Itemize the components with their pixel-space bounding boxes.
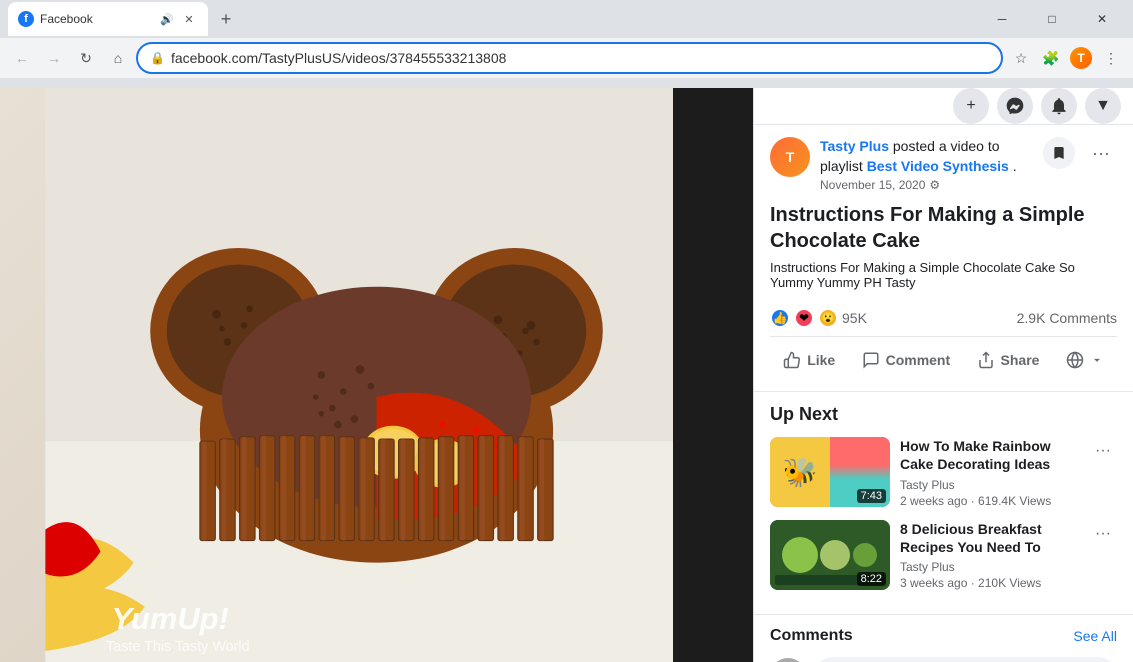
share-label: Share	[1001, 352, 1040, 368]
right-panel: + ▼ T Tasty Plus posted a video to playl…	[753, 88, 1133, 662]
add-icon[interactable]: +	[953, 88, 989, 124]
post-actions: Like Comment Share	[770, 341, 1117, 379]
refresh-button[interactable]: ↻	[72, 44, 100, 72]
address-bar-row: ← → ↻ ⌂ 🔒 facebook.com/TastyPlusUS/video…	[0, 38, 1133, 78]
extensions-icon[interactable]: 🧩	[1037, 44, 1065, 72]
comments-title: Comments	[770, 627, 853, 645]
title-bar: f Facebook 🔊 ✕ + ─ □ ✕	[0, 0, 1133, 38]
page-name-link[interactable]: Tasty Plus	[820, 138, 889, 154]
love-reaction: ❤	[794, 308, 814, 328]
video-thumbnail-2: 8:22	[770, 520, 890, 590]
playlist-link[interactable]: Best Video Synthesis	[867, 158, 1009, 174]
up-next-video-2[interactable]: 8:22 8 Delicious Breakfast Recipes You N…	[770, 520, 1117, 590]
facebook-favicon: f	[18, 11, 34, 27]
url-text: facebook.com/TastyPlusUS/videos/37845553…	[171, 50, 989, 66]
video-thumbnail-1: 🐝 7:43	[770, 437, 890, 507]
menu-icon[interactable]: ⋮	[1097, 44, 1125, 72]
video-title-1: How To Make Rainbow Cake Decorating Idea…	[900, 437, 1079, 473]
video-channel-1: Tasty Plus	[900, 478, 1079, 492]
video-meta-1: 2 weeks ago · 619.4K Views	[900, 494, 1079, 508]
wow-reaction: 😮	[818, 308, 838, 328]
profile-icon[interactable]: T	[1067, 44, 1095, 72]
like-button[interactable]: Like	[771, 345, 847, 375]
up-next-section: Up Next 🐝 7:43 How To Make Rainbow Cake …	[754, 392, 1133, 614]
video-info-2: 8 Delicious Breakfast Recipes You Need T…	[900, 520, 1079, 590]
video-title-2: 8 Delicious Breakfast Recipes You Need T…	[900, 520, 1079, 556]
post-description: Instructions For Making a Simple Chocola…	[770, 260, 1117, 290]
svg-text:Taste This Tasty World: Taste This Tasty World	[106, 639, 250, 655]
comment-input-row: Write a comment… 😊 📷 GIF 🎭	[770, 657, 1117, 662]
privacy-button[interactable]	[1054, 345, 1116, 375]
up-next-video-1[interactable]: 🐝 7:43 How To Make Rainbow Cake Decorati…	[770, 437, 1117, 507]
svg-text:YumUp!: YumUp!	[112, 601, 229, 636]
maximize-button[interactable]: □	[1029, 3, 1075, 35]
address-bar[interactable]: 🔒 facebook.com/TastyPlusUS/videos/378455…	[136, 42, 1003, 74]
video-frame[interactable]: YumUp! Taste This Tasty World	[0, 88, 753, 662]
home-button[interactable]: ⌂	[104, 44, 132, 72]
window-controls: ─ □ ✕	[979, 3, 1125, 35]
forward-button[interactable]: →	[40, 44, 68, 72]
notifications-icon[interactable]	[1041, 88, 1077, 124]
tab-close-button[interactable]: ✕	[180, 10, 198, 28]
privacy-settings-icon[interactable]: ⚙	[929, 178, 940, 192]
tab-title: Facebook	[40, 12, 154, 26]
video-area: YumUp! Taste This Tasty World	[0, 88, 753, 662]
share-button[interactable]: Share	[965, 345, 1052, 375]
post-reactions: 👍 ❤ 😮 95K 2.9K Comments	[770, 300, 1117, 337]
tab-audio-icon: 🔊	[160, 13, 174, 26]
post-header: T Tasty Plus posted a video to playlist …	[770, 137, 1117, 192]
messenger-icon[interactable]	[997, 88, 1033, 124]
post-meta: Tasty Plus posted a video to playlist Be…	[820, 137, 1033, 192]
new-tab-button[interactable]: +	[212, 5, 240, 33]
reaction-icons: 👍 ❤ 😮 95K	[770, 308, 867, 328]
up-next-title: Up Next	[770, 404, 1117, 425]
video-options-button-2[interactable]: ···	[1089, 520, 1117, 548]
like-label: Like	[807, 352, 835, 368]
minimize-button[interactable]: ─	[979, 3, 1025, 35]
bookmark-icon[interactable]: ☆	[1007, 44, 1035, 72]
bee-thumbnail: 🐝	[770, 437, 830, 507]
main-area: YumUp! Taste This Tasty World + ▼ T	[0, 88, 1133, 662]
commenter-avatar	[770, 658, 806, 662]
video-meta-2: 3 weeks ago · 210K Views	[900, 576, 1079, 590]
comments-section: Comments See All Write a comment… 😊 📷 GI…	[754, 614, 1133, 662]
browser-chrome: f Facebook 🔊 ✕ + ─ □ ✕ ← → ↻ ⌂ 🔒 faceboo…	[0, 0, 1133, 88]
save-video-button[interactable]	[1043, 137, 1075, 169]
comments-header: Comments See All	[770, 627, 1117, 645]
browser-actions: ☆ 🧩 T ⋮	[1007, 44, 1125, 72]
like-reaction: 👍	[770, 308, 790, 328]
account-dropdown-icon[interactable]: ▼	[1085, 88, 1121, 124]
post-options-button[interactable]: ···	[1085, 137, 1117, 169]
video-sidebar-overlay	[673, 88, 753, 662]
comment-button[interactable]: Comment	[850, 345, 963, 375]
video-duration-1: 7:43	[857, 489, 886, 503]
comment-input-box[interactable]: Write a comment… 😊 📷 GIF 🎭	[814, 657, 1117, 662]
video-options-button-1[interactable]: ···	[1089, 437, 1117, 465]
comments-count: 2.9K Comments	[1017, 310, 1117, 326]
video-duration-2: 8:22	[857, 572, 886, 586]
back-button[interactable]: ←	[8, 44, 36, 72]
reaction-count: 95K	[842, 310, 867, 326]
comment-label: Comment	[886, 352, 951, 368]
video-info-1: How To Make Rainbow Cake Decorating Idea…	[900, 437, 1079, 507]
video-content: YumUp! Taste This Tasty World	[0, 88, 753, 662]
lock-icon: 🔒	[150, 51, 165, 65]
post-meta-text: Tasty Plus posted a video to playlist Be…	[820, 137, 1033, 176]
see-all-button[interactable]: See All	[1073, 628, 1117, 644]
post-title: Instructions For Making a Simple Chocola…	[770, 202, 1117, 254]
browser-tab[interactable]: f Facebook 🔊 ✕	[8, 2, 208, 36]
page-avatar: T	[770, 137, 810, 177]
post-date: November 15, 2020 ⚙	[820, 178, 1033, 192]
close-button[interactable]: ✕	[1079, 3, 1125, 35]
video-channel-2: Tasty Plus	[900, 560, 1079, 574]
fb-top-bar: + ▼	[754, 88, 1133, 125]
post-section: T Tasty Plus posted a video to playlist …	[754, 125, 1133, 392]
